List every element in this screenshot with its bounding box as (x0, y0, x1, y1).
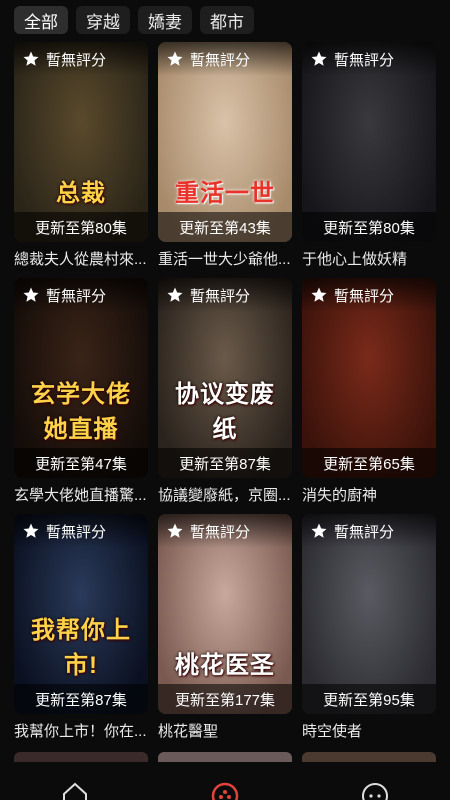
rating-text: 暫無評分 (190, 523, 251, 541)
rating-badge: 暫無評分 (14, 278, 148, 312)
episode-status: 更新至第47集 (14, 448, 148, 478)
poster-title-art: 我帮你上市! (31, 617, 131, 679)
star-icon (311, 523, 327, 538)
drama-title[interactable]: 協議變廢紙，京圈... (158, 484, 292, 505)
tab-urban[interactable]: 都市 (200, 6, 254, 34)
drama-card[interactable]: 玄学大佬她直播 暫無評分更新至第47集玄學大佬她直播驚... (14, 278, 148, 505)
episode-status: 更新至第80集 (14, 212, 148, 242)
drama-poster[interactable]: 重活一世 暫無評分更新至第43集 (158, 42, 292, 242)
episode-status: 更新至第95集 (302, 684, 436, 714)
drama-title[interactable]: 桃花醫聖 (158, 720, 292, 741)
drama-poster[interactable]: 总裁 暫無評分更新至第80集 (14, 42, 148, 242)
rating-badge: 暫無評分 (158, 514, 292, 548)
drama-title[interactable]: 消失的廚神 (302, 484, 436, 505)
tab-time-travel[interactable]: 穿越 (76, 6, 130, 34)
drama-poster[interactable]: 暫無評分更新至第65集 (302, 278, 436, 478)
category-tabs: 全部 穿越 嬌妻 都市 (0, 0, 450, 40)
star-icon (167, 51, 183, 66)
drama-poster[interactable]: 暫無評分更新至第80集 (302, 42, 436, 242)
discover-icon[interactable] (210, 780, 240, 800)
drama-card[interactable]: 我帮你上市! 暫無評分更新至第87集我幫你上市！你在... (14, 514, 148, 741)
rating-badge: 暫無評分 (14, 514, 148, 548)
rating-badge: 暫無評分 (158, 42, 292, 76)
drama-card[interactable]: 总裁 暫無評分更新至第80集總裁夫人從農村來... (14, 42, 148, 269)
rating-text: 暫無評分 (46, 287, 107, 305)
star-icon (167, 523, 183, 538)
drama-poster[interactable]: 桃花医圣 暫無評分更新至第177集 (158, 514, 292, 714)
bottom-nav (0, 770, 450, 800)
episode-status: 更新至第43集 (158, 212, 292, 242)
drama-card[interactable]: 暫無評分更新至第65集消失的廚神 (302, 278, 436, 505)
next-row-poster[interactable] (302, 752, 436, 762)
episode-status: 更新至第80集 (302, 212, 436, 242)
chat-icon[interactable] (360, 780, 390, 800)
drama-title[interactable]: 于他心上做妖精 (302, 248, 436, 269)
drama-poster[interactable]: 协议变废纸 暫無評分更新至第87集 (158, 278, 292, 478)
rating-text: 暫無評分 (190, 51, 251, 69)
drama-title[interactable]: 玄學大佬她直播驚... (14, 484, 148, 505)
drama-card[interactable]: 重活一世 暫無評分更新至第43集重活一世大少爺他... (158, 42, 292, 269)
rating-text: 暫無評分 (334, 287, 395, 305)
poster-title-art: 总裁 (56, 180, 106, 207)
rating-badge: 暫無評分 (302, 514, 436, 548)
poster-title-art: 协议变废纸 (175, 381, 275, 443)
poster-title-art: 桃花医圣 (175, 652, 275, 679)
drama-title[interactable]: 我幫你上市！你在... (14, 720, 148, 741)
star-icon (167, 287, 183, 302)
drama-poster[interactable]: 暫無評分更新至第95集 (302, 514, 436, 714)
drama-title[interactable]: 總裁夫人從農村來... (14, 248, 148, 269)
rating-text: 暫無評分 (46, 523, 107, 541)
rating-badge: 暫無評分 (302, 42, 436, 76)
next-row-poster[interactable] (14, 752, 148, 762)
poster-title-art: 玄学大佬她直播 (31, 381, 131, 443)
drama-card[interactable]: 暫無評分更新至第95集時空使者 (302, 514, 436, 741)
star-icon (311, 51, 327, 66)
drama-card[interactable]: 暫無評分更新至第80集于他心上做妖精 (302, 42, 436, 269)
rating-text: 暫無評分 (46, 51, 107, 69)
rating-text: 暫無評分 (190, 287, 251, 305)
star-icon (23, 523, 39, 538)
next-row-poster[interactable] (158, 752, 292, 762)
episode-status: 更新至第177集 (158, 684, 292, 714)
rating-text: 暫無評分 (334, 51, 395, 69)
tab-all[interactable]: 全部 (14, 6, 68, 34)
rating-text: 暫無評分 (334, 523, 395, 541)
drama-poster[interactable]: 玄学大佬她直播 暫無評分更新至第47集 (14, 278, 148, 478)
episode-status: 更新至第65集 (302, 448, 436, 478)
rating-badge: 暫無評分 (302, 278, 436, 312)
star-icon (23, 287, 39, 302)
episode-status: 更新至第87集 (158, 448, 292, 478)
star-icon (311, 287, 327, 302)
drama-title[interactable]: 時空使者 (302, 720, 436, 741)
poster-title-art: 重活一世 (175, 180, 275, 207)
home-icon[interactable] (60, 780, 90, 800)
drama-title[interactable]: 重活一世大少爺他... (158, 248, 292, 269)
drama-card[interactable]: 桃花医圣 暫無評分更新至第177集桃花醫聖 (158, 514, 292, 741)
episode-status: 更新至第87集 (14, 684, 148, 714)
rating-badge: 暫無評分 (14, 42, 148, 76)
star-icon (23, 51, 39, 66)
rating-badge: 暫無評分 (158, 278, 292, 312)
drama-card[interactable]: 协议变废纸 暫無評分更新至第87集協議變廢紙，京圈... (158, 278, 292, 505)
drama-poster[interactable]: 我帮你上市! 暫無評分更新至第87集 (14, 514, 148, 714)
tab-wife[interactable]: 嬌妻 (138, 6, 192, 34)
